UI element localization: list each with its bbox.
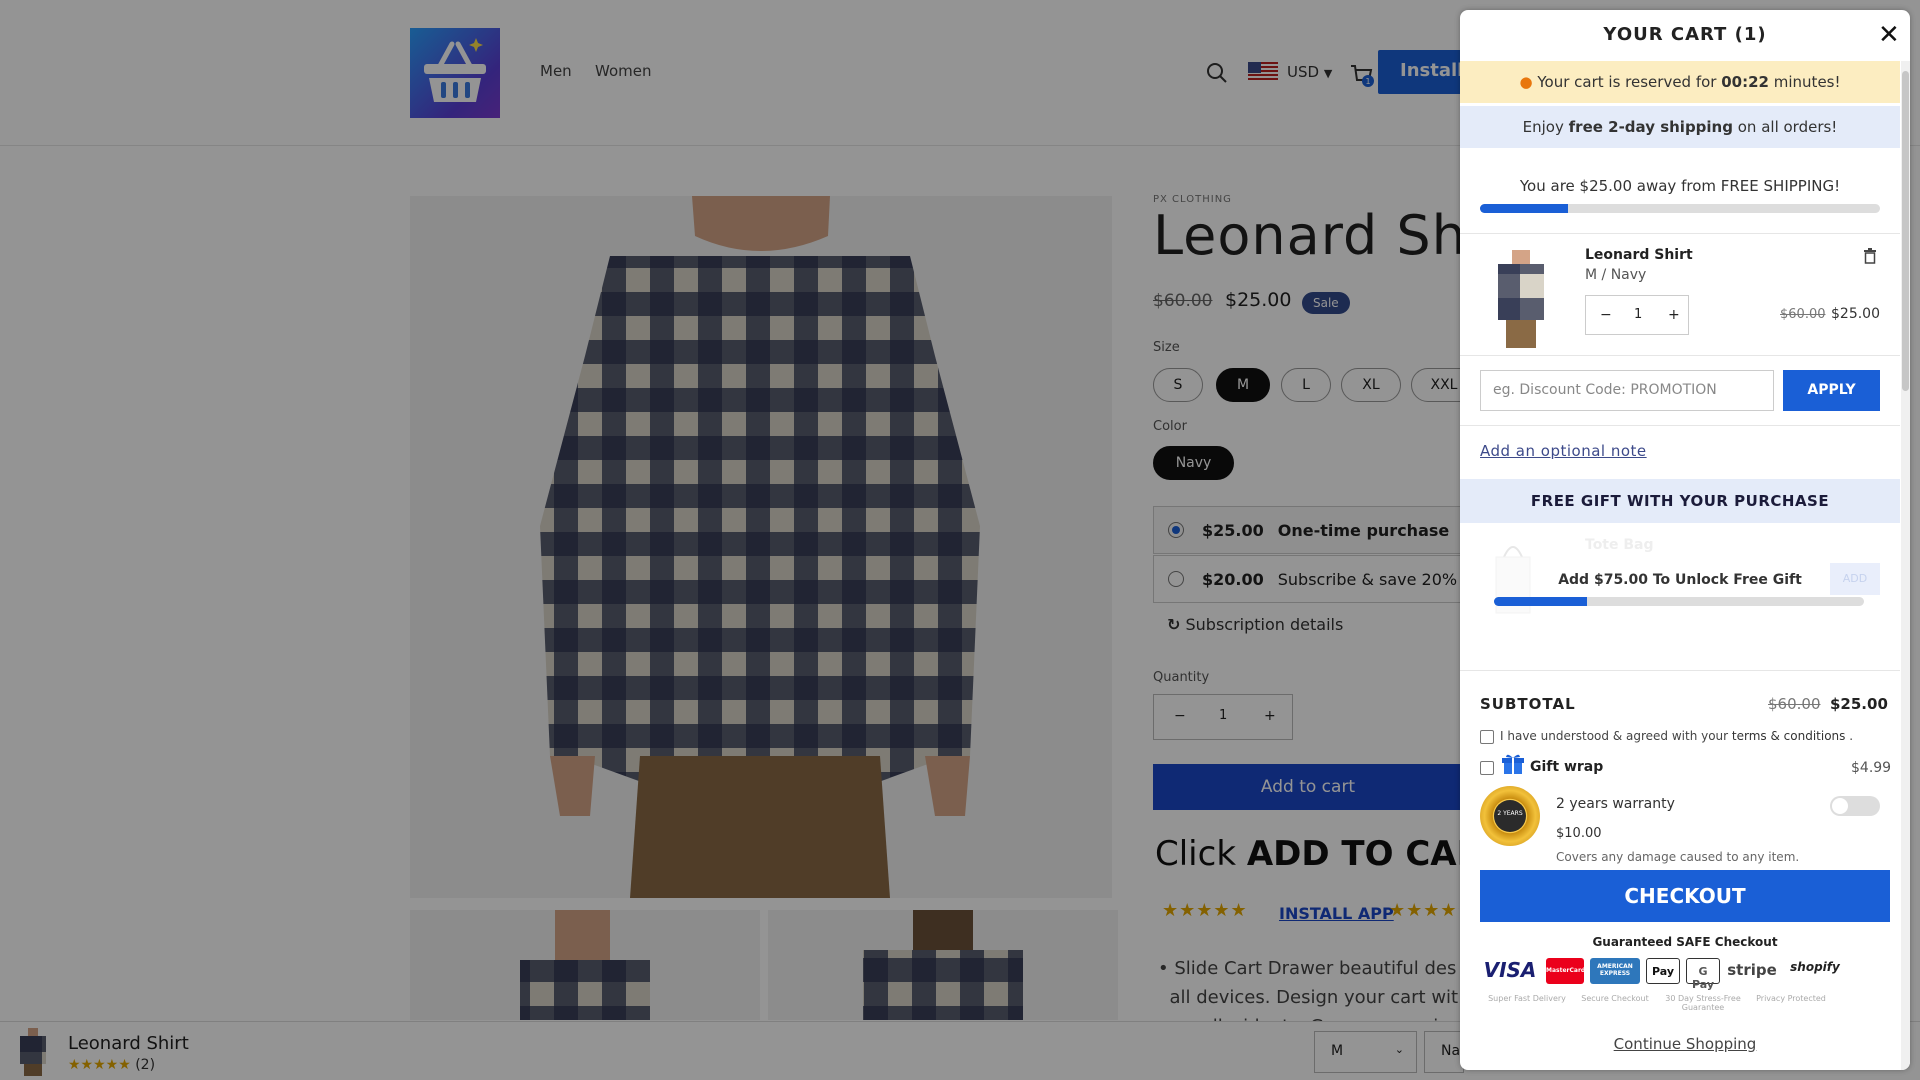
free-gift-header: FREE GIFT WITH YOUR PURCHASE (1460, 479, 1900, 523)
minus-icon[interactable]: − (1600, 307, 1612, 323)
shipping-announcement: Enjoy free 2-day shipping on all orders! (1460, 106, 1900, 148)
cart-reserved-banner: ● Your cart is reserved for 00:22 minute… (1460, 61, 1900, 103)
cart-drawer: YOUR CART (1) ✕ ● Your cart is reserved … (1460, 10, 1910, 1070)
subtotal-compare-price: $60.00 (1768, 695, 1821, 713)
free-shipping-message: You are $25.00 away from FREE SHIPPING! (1519, 177, 1841, 195)
apply-discount-button[interactable]: APPLY (1783, 370, 1880, 411)
reserved-suffix: minutes! (1769, 73, 1841, 91)
gift-wrap-checkbox[interactable] (1480, 761, 1494, 775)
google-pay-icon: G Pay (1686, 958, 1720, 991)
divider (1460, 233, 1900, 234)
discount-code-input[interactable]: eg. Discount Code: PROMOTION (1480, 370, 1774, 411)
enjoy-suffix: on all orders! (1732, 118, 1838, 136)
cart-item-price: $25.00 (1831, 306, 1880, 322)
cart-title: YOUR CART (1) (1603, 24, 1767, 45)
terms-text: I have understood & agreed with your ter… (1500, 729, 1853, 743)
apple-pay-icon: Pay (1646, 958, 1680, 984)
warranty-description: Covers any damage caused to any item. (1556, 850, 1800, 864)
cart-item-compare-price: $60.00 (1780, 307, 1826, 322)
add-note-link[interactable]: Add an optional note (1480, 442, 1647, 460)
scrollbar-thumb[interactable] (1902, 71, 1909, 391)
free-gift-progress (1494, 597, 1864, 606)
free-shipping-progress (1480, 204, 1880, 213)
visa-icon: VISA (1483, 958, 1537, 982)
divider (1460, 670, 1900, 671)
guarantee-icon: 30 Day Stress-Free Guarantee (1665, 994, 1741, 1012)
terms-prefix: I have understood & agreed with your (1500, 729, 1732, 743)
enjoy-text: Enjoy (1522, 118, 1569, 136)
warranty-badge-text: 2 YEARS (1497, 810, 1523, 817)
terms-link[interactable]: terms & conditions (1732, 729, 1845, 743)
gift-icon (1502, 754, 1524, 774)
cart-item-variant: M / Navy (1585, 267, 1647, 283)
checkout-button[interactable]: CHECKOUT (1480, 870, 1890, 922)
cart-item-image[interactable] (1496, 250, 1546, 348)
fast-delivery-icon: Super Fast Delivery (1488, 994, 1566, 1003)
privacy-icon: Privacy Protected (1756, 994, 1826, 1003)
warranty-toggle[interactable] (1830, 796, 1880, 816)
stripe-icon: stripe (1727, 961, 1777, 979)
cart-scrollbar[interactable] (1901, 61, 1910, 1070)
divider (1460, 355, 1900, 356)
plus-icon[interactable]: + (1668, 307, 1680, 323)
enjoy-bold: free 2-day shipping (1568, 118, 1733, 136)
cart-quantity-stepper: − 1 + (1585, 295, 1689, 335)
guaranteed-safe-checkout: Guaranteed SAFE Checkout (1592, 935, 1778, 949)
shopify-icon: shopify (1790, 960, 1840, 974)
gift-product-name: Tote Bag (1585, 537, 1654, 553)
cart-item-name[interactable]: Leonard Shirt (1585, 247, 1693, 263)
payment-icons: VISA MasterCard AMERICAN EXPRESS Pay G P… (1480, 958, 1900, 991)
secure-checkout-icon: Secure Checkout (1581, 994, 1649, 1003)
fire-icon: ● (1519, 73, 1533, 91)
subtotal-label: SUBTOTAL (1480, 695, 1576, 713)
continue-shopping-link[interactable]: Continue Shopping (1460, 1035, 1910, 1053)
subtotal-price: $25.00 (1830, 695, 1888, 713)
countdown-timer: 00:22 (1721, 73, 1769, 91)
close-icon[interactable]: ✕ (1878, 22, 1900, 48)
divider (1460, 425, 1900, 426)
reserved-text: Your cart is reserved for (1537, 73, 1722, 91)
progress-fill (1494, 597, 1587, 606)
gift-wrap-label: Gift wrap (1530, 759, 1604, 775)
amex-icon: AMERICAN EXPRESS (1590, 958, 1640, 984)
warranty-price: $10.00 (1556, 826, 1602, 841)
cart-quantity-value[interactable]: 1 (1634, 307, 1642, 322)
progress-fill (1480, 204, 1568, 213)
terms-suffix: . (1845, 729, 1854, 743)
gift-wrap-price: $4.99 (1851, 760, 1892, 776)
trash-icon[interactable] (1863, 248, 1877, 264)
terms-checkbox[interactable] (1480, 730, 1494, 744)
unlock-gift-message: Add $75.00 To Unlock Free Gift (1558, 572, 1802, 588)
mastercard-icon: MasterCard (1546, 958, 1585, 984)
warranty-label: 2 years warranty (1556, 796, 1675, 812)
